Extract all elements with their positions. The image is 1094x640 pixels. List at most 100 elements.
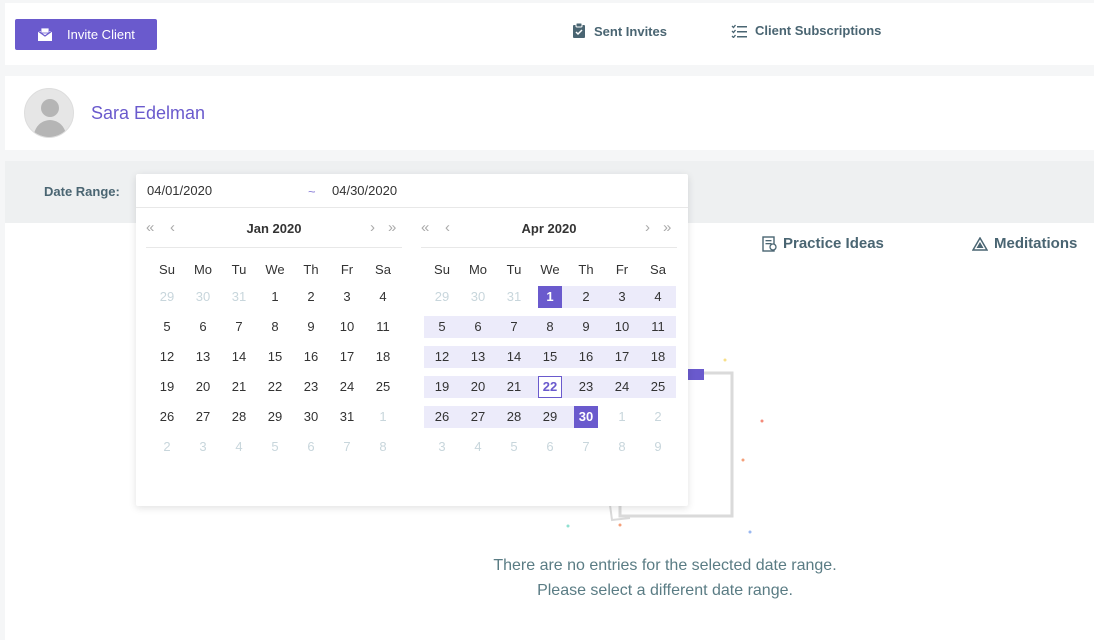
calendar-day[interactable]: 22 [257,376,293,398]
sent-invites-link[interactable]: Sent Invites [572,23,667,39]
next-month-icon[interactable]: › [370,219,375,236]
calendar-day[interactable]: 14 [496,346,532,368]
end-date-input[interactable] [332,183,482,198]
calendar-day[interactable]: 21 [221,376,257,398]
calendar-day[interactable]: 18 [640,346,676,368]
calendar-day[interactable]: 3 [424,436,460,458]
calendar-day[interactable]: 19 [149,376,185,398]
calendar-day[interactable]: 5 [149,316,185,338]
calendar-day[interactable]: 1 [257,286,293,308]
calendar-day[interactable]: 19 [424,376,460,398]
calendar-day[interactable]: 3 [329,286,365,308]
calendar-day[interactable]: 5 [424,316,460,338]
calendar-day[interactable]: 4 [365,286,401,308]
calendar-day[interactable]: 27 [460,406,496,428]
calendar-day[interactable]: 9 [293,316,329,338]
calendar-day[interactable]: 5 [496,436,532,458]
calendar-day[interactable]: 29 [149,286,185,308]
calendar-day[interactable]: 5 [257,436,293,458]
range-end-day[interactable]: 30 [568,406,604,428]
calendar-day[interactable]: 15 [532,346,568,368]
calendar-day[interactable]: 29 [532,406,568,428]
calendar-day[interactable]: 13 [460,346,496,368]
calendar-day[interactable]: 31 [496,286,532,308]
calendar-day[interactable]: 7 [496,316,532,338]
calendar-day[interactable]: 25 [640,376,676,398]
calendar-day[interactable]: 2 [293,286,329,308]
calendar-day[interactable]: 2 [568,286,604,308]
calendar-day[interactable]: 10 [329,316,365,338]
calendar-day[interactable]: 7 [329,436,365,458]
next-month-icon[interactable]: › [645,219,650,236]
calendar-day[interactable]: 8 [604,436,640,458]
next-year-icon[interactable]: » [388,219,396,236]
calendar-day[interactable]: 29 [424,286,460,308]
calendar-day[interactable]: 20 [185,376,221,398]
calendar-day[interactable]: 6 [293,436,329,458]
calendar-day[interactable]: 2 [149,436,185,458]
calendar-day[interactable]: 16 [293,346,329,368]
calendar-day[interactable]: 2 [640,406,676,428]
weekday-label: Th [303,262,319,277]
calendar-day[interactable]: 4 [640,286,676,308]
calendar-day[interactable]: 24 [604,376,640,398]
calendar-day[interactable]: 21 [496,376,532,398]
calendar-day[interactable]: 24 [329,376,365,398]
calendar-day[interactable]: 7 [221,316,257,338]
next-year-icon[interactable]: » [663,219,671,236]
calendar-day[interactable]: 12 [424,346,460,368]
start-date-input[interactable] [147,183,297,198]
calendar-day[interactable]: 28 [221,406,257,428]
calendar-day[interactable]: 3 [604,286,640,308]
calendar-day[interactable]: 31 [221,286,257,308]
calendar-day[interactable]: 28 [496,406,532,428]
calendar-day[interactable]: 17 [329,346,365,368]
range-start-day[interactable]: 1 [532,286,568,308]
calendar-day[interactable]: 26 [424,406,460,428]
calendar-day[interactable]: 12 [149,346,185,368]
calendar-day[interactable]: 27 [185,406,221,428]
calendar-day[interactable]: 11 [640,316,676,338]
calendar-day[interactable]: 30 [293,406,329,428]
calendar-day[interactable]: 6 [460,316,496,338]
calendar-day[interactable]: 13 [185,346,221,368]
calendar-day[interactable]: 31 [329,406,365,428]
calendar-day[interactable]: 14 [221,346,257,368]
calendar-day[interactable]: 4 [460,436,496,458]
calendar-day[interactable]: 11 [365,316,401,338]
calendar-day[interactable]: 6 [532,436,568,458]
invite-client-button[interactable]: Invite Client [15,19,157,50]
calendar-day[interactable]: 4 [221,436,257,458]
calendar-day[interactable]: 30 [185,286,221,308]
calendar-day[interactable]: 1 [365,406,401,428]
calendar-day[interactable]: 25 [365,376,401,398]
tab-practice-ideas[interactable]: Practice Ideas [762,235,884,252]
calendar-day[interactable]: 6 [185,316,221,338]
calendar-day[interactable]: 7 [568,436,604,458]
calendar-day[interactable]: 23 [293,376,329,398]
calendar-day[interactable]: 20 [460,376,496,398]
calendar-week-row: 5 6 7 8 9 10 11 [424,312,687,342]
calendar-day[interactable]: 8 [532,316,568,338]
practice-ideas-label: Practice Ideas [783,235,884,252]
client-subscriptions-link[interactable]: Client Subscriptions [731,23,881,38]
tab-meditations[interactable]: Meditations [972,235,1077,252]
client-name[interactable]: Sara Edelman [91,103,205,124]
calendar-day[interactable]: 30 [460,286,496,308]
today-day[interactable]: 22 [532,376,568,398]
calendar-day[interactable]: 23 [568,376,604,398]
calendar-day[interactable]: 9 [568,316,604,338]
weekday-label: Tu [506,262,522,277]
calendar-day[interactable]: 8 [257,316,293,338]
calendar-day[interactable]: 15 [257,346,293,368]
calendar-day[interactable]: 16 [568,346,604,368]
calendar-day[interactable]: 3 [185,436,221,458]
calendar-day[interactable]: 29 [257,406,293,428]
calendar-day[interactable]: 18 [365,346,401,368]
calendar-day[interactable]: 10 [604,316,640,338]
calendar-day[interactable]: 8 [365,436,401,458]
calendar-day[interactable]: 9 [640,436,676,458]
calendar-day[interactable]: 17 [604,346,640,368]
calendar-day[interactable]: 26 [149,406,185,428]
calendar-day[interactable]: 1 [604,406,640,428]
